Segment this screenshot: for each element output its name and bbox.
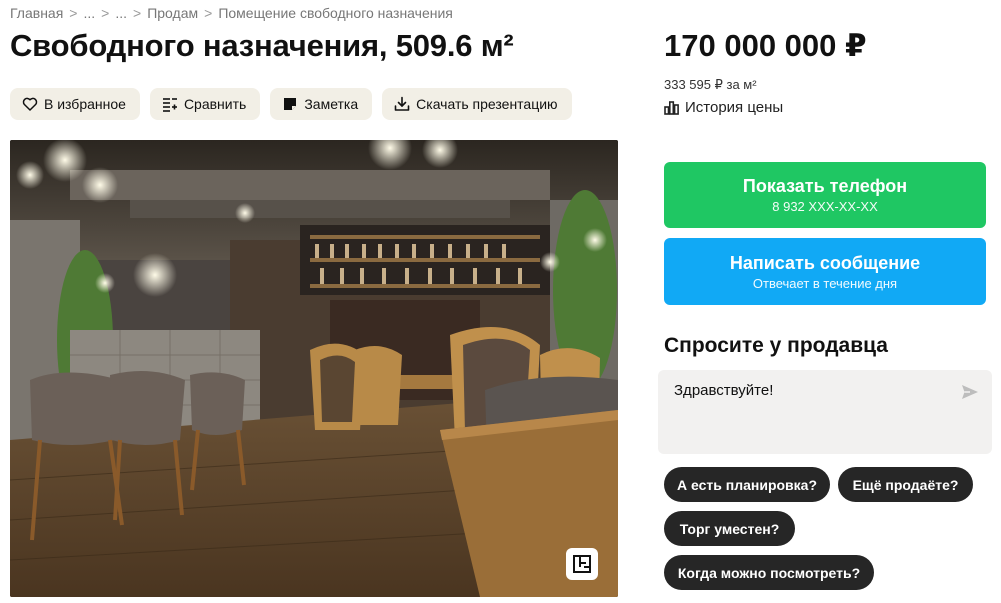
quick-question-plan[interactable]: А есть планировка? <box>664 467 830 502</box>
restaurant-interior-image <box>10 140 618 597</box>
listing-actions: В избранное Сравнить Заметка Скачать пре… <box>10 88 572 120</box>
compare-button[interactable]: Сравнить <box>149 88 261 120</box>
compare-icon <box>162 98 177 112</box>
breadcrumb-home[interactable]: Главная <box>10 5 63 21</box>
quick-question-still-selling[interactable]: Ещё продаёте? <box>838 467 973 502</box>
send-icon[interactable] <box>960 382 980 402</box>
listing-price: 170 000 000 ₽ <box>664 28 867 63</box>
download-presentation-button[interactable]: Скачать презентацию <box>382 88 572 120</box>
message-text: Здравствуйте! <box>674 382 774 399</box>
phone-number-masked: 8 932 XXX-XX-XX <box>772 199 878 214</box>
breadcrumb-ellipsis-1[interactable]: ... <box>83 5 95 21</box>
write-message-button[interactable]: Написать сообщение Отвечает в течение дн… <box>664 238 986 305</box>
compare-label: Сравнить <box>183 96 247 112</box>
note-icon <box>284 98 297 110</box>
breadcrumb-ellipsis-2[interactable]: ... <box>115 5 127 21</box>
breadcrumb-separator: > <box>69 5 78 21</box>
note-button[interactable]: Заметка <box>270 88 373 120</box>
show-phone-button[interactable]: Показать телефон 8 932 XXX-XX-XX <box>664 162 986 228</box>
favorite-label: В избранное <box>44 96 126 112</box>
download-label: Скачать презентацию <box>416 96 558 112</box>
note-label: Заметка <box>304 96 359 112</box>
ask-seller-title: Спросите у продавца <box>664 334 888 357</box>
quick-question-bargain[interactable]: Торг уместен? <box>664 511 795 546</box>
page-title: Свободного назначения, 509.6 м² <box>10 28 514 63</box>
breadcrumb-category[interactable]: Помещение свободного назначения <box>218 5 453 21</box>
listing-photo[interactable] <box>10 140 618 597</box>
message-input[interactable]: Здравствуйте! <box>658 370 992 454</box>
show-phone-label: Показать телефон <box>742 176 908 196</box>
heart-icon <box>22 97 38 111</box>
chart-icon <box>664 101 679 115</box>
response-time: Отвечает в течение дня <box>752 275 898 291</box>
favorite-button[interactable]: В избранное <box>10 88 140 120</box>
breadcrumb-sell[interactable]: Продам <box>147 5 198 21</box>
quick-question-viewing[interactable]: Когда можно посмотреть? <box>664 555 874 590</box>
write-message-label: Написать сообщение <box>729 252 921 273</box>
download-icon <box>394 96 410 111</box>
breadcrumb-separator: > <box>133 5 142 21</box>
breadcrumb: Главная > ... > ... > Продам > Помещение… <box>10 5 453 21</box>
price-per-meter: 333 595 ₽ за м² <box>664 77 757 92</box>
breadcrumb-separator: > <box>204 5 213 21</box>
floorplan-icon <box>573 555 591 573</box>
price-history-label: История цены <box>685 99 784 116</box>
breadcrumb-separator: > <box>101 5 110 21</box>
price-history-link[interactable]: История цены <box>664 99 783 116</box>
floorplan-button[interactable] <box>566 548 598 580</box>
